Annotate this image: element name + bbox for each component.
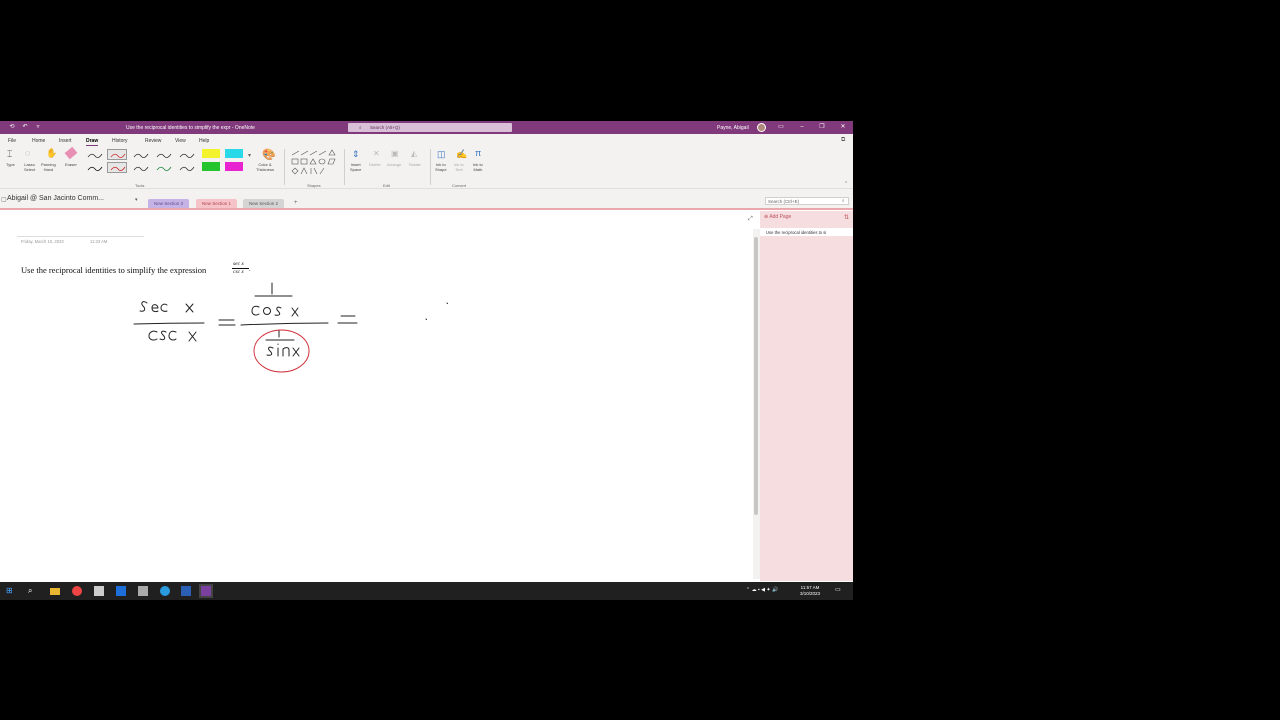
ink-s2 <box>159 330 167 341</box>
chrome-icon[interactable] <box>72 586 82 596</box>
ink-e <box>151 304 159 313</box>
minimize-icon[interactable]: – <box>796 124 808 131</box>
ribbon-display-icon[interactable]: ▭ <box>775 124 787 131</box>
outlook-icon[interactable] <box>116 586 126 596</box>
ink-s4 <box>266 346 274 356</box>
clock-date: 3/10/2023 <box>800 590 821 596</box>
file-explorer-icon[interactable] <box>50 588 60 595</box>
clock[interactable]: 11:57 AM 3/10/2023 <box>800 585 820 596</box>
ink-dots <box>425 302 448 320</box>
page-search-input[interactable]: Search (Ctrl+E) ⌕ <box>765 197 849 205</box>
ink-x4 <box>292 347 300 357</box>
ink-c3 <box>168 330 177 341</box>
ink-equals-1 <box>218 319 236 326</box>
clock-time: 11:57 AM <box>800 585 820 590</box>
page-search-placeholder: Search (Ctrl+E) <box>768 199 800 204</box>
share-icon[interactable]: ⧉ <box>841 137 845 144</box>
ink-layer[interactable] <box>0 121 753 581</box>
word-icon[interactable] <box>181 586 191 596</box>
collapse-ribbon-icon[interactable]: ⌃ <box>844 181 848 187</box>
add-page-button[interactable]: ⊕ Add Page <box>764 214 791 220</box>
ink-n <box>282 347 290 357</box>
ink-main-bar <box>240 322 329 326</box>
close-icon[interactable]: ✕ <box>837 124 849 131</box>
ink-x2 <box>188 331 197 342</box>
ink-equals-2 <box>337 315 358 324</box>
search-icon: ⌕ <box>842 198 845 203</box>
restore-icon[interactable]: ❐ <box>816 124 828 131</box>
ink-c2 <box>148 330 158 341</box>
edge-icon[interactable] <box>160 586 170 596</box>
app-icon[interactable] <box>94 586 104 596</box>
onenote-window: ⟲ ↶ ▿ Use the reciprocal identities to s… <box>0 121 853 600</box>
ink-red-circle <box>253 329 310 373</box>
page-list: ⊕ Add Page ⇅ Use the reciprocal identiti… <box>760 211 853 581</box>
ink-s3 <box>274 306 282 316</box>
add-page-label: Add Page <box>769 214 792 220</box>
ink-c <box>160 303 168 312</box>
scroll-thumb[interactable] <box>754 237 758 515</box>
vertical-scrollbar[interactable] <box>753 229 760 579</box>
taskbar: ⊞ ⌕ ⌃ ☁ ▪ ◀ ✦ 🔊 11:57 AM 3/10/2023 ▭ <box>0 582 853 600</box>
avatar[interactable] <box>757 123 766 132</box>
ink-c4 <box>251 305 260 316</box>
ink-x3 <box>291 307 299 317</box>
search-icon[interactable]: ⌕ <box>28 586 38 596</box>
photos-icon[interactable] <box>138 586 148 596</box>
onenote-icon[interactable] <box>199 584 213 598</box>
ink-fraction-bar-1 <box>133 322 205 325</box>
system-tray-icons[interactable]: ⌃ ☁ ▪ ◀ ✦ 🔊 <box>746 587 778 593</box>
ink-s <box>139 301 148 312</box>
sort-icon[interactable]: ⇅ <box>844 214 849 221</box>
ink-o <box>263 307 271 315</box>
windows-start-icon[interactable]: ⊞ <box>6 586 16 596</box>
notification-icon[interactable]: ▭ <box>835 586 841 593</box>
page-list-item[interactable]: Use the reciprocal identities to si <box>760 228 853 236</box>
ink-x1 <box>185 303 194 313</box>
